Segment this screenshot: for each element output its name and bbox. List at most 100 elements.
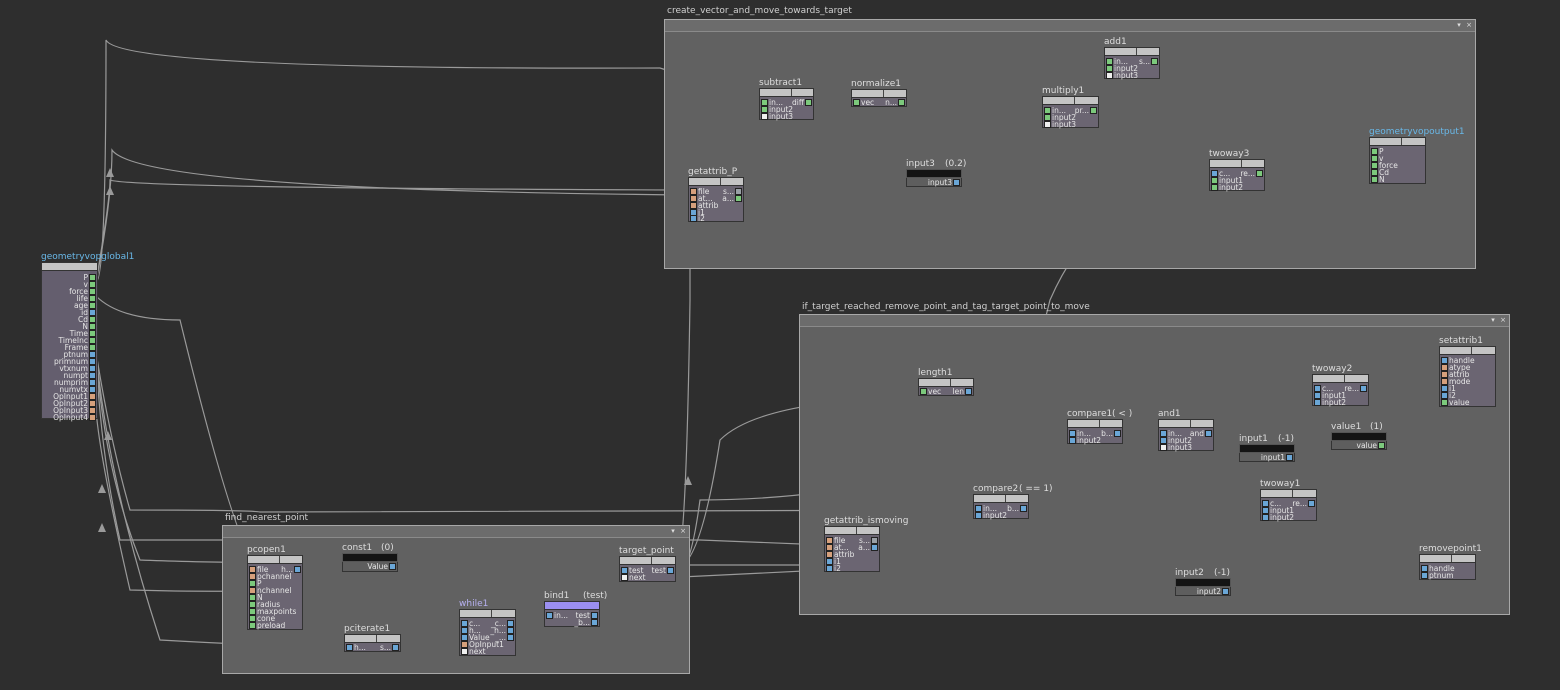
input-port[interactable]: [546, 612, 553, 619]
input-port[interactable]: [249, 587, 256, 594]
output-port[interactable]: [89, 393, 96, 400]
close-icon[interactable]: ×: [679, 527, 687, 535]
input-port[interactable]: [1262, 507, 1269, 514]
output-port[interactable]: [507, 620, 514, 627]
node-bind1[interactable]: bind1 (test) in... test _b...: [544, 591, 607, 627]
output-port[interactable]: [389, 563, 396, 570]
output-port[interactable]: [953, 179, 960, 186]
output-port[interactable]: [89, 295, 96, 302]
input-port[interactable]: [1160, 430, 1167, 437]
output-port[interactable]: [1378, 442, 1385, 449]
output-port[interactable]: [89, 309, 96, 316]
input-port[interactable]: [826, 537, 833, 544]
node-header[interactable]: [344, 634, 401, 643]
node-header[interactable]: [1042, 96, 1099, 105]
input-port[interactable]: [1160, 437, 1167, 444]
input-port[interactable]: [826, 544, 833, 551]
output-port[interactable]: [89, 400, 96, 407]
output-port[interactable]: [1114, 430, 1121, 437]
output-port[interactable]: [89, 372, 96, 379]
node-const1[interactable]: const1 (0) Value: [342, 543, 398, 572]
output-port[interactable]: [805, 99, 812, 106]
input-port[interactable]: [1421, 565, 1428, 572]
output-port[interactable]: [871, 544, 878, 551]
output-port[interactable]: [89, 386, 96, 393]
close-icon[interactable]: ×: [1465, 21, 1473, 29]
node-subtract1[interactable]: subtract1 in... diff input2 input3: [759, 78, 814, 120]
node-input1[interactable]: input1 (-1) input1: [1239, 434, 1295, 462]
connection-wire[interactable]: [95, 351, 827, 546]
node-header[interactable]: [1439, 346, 1496, 355]
output-port[interactable]: [735, 195, 742, 202]
output-port[interactable]: [89, 344, 96, 351]
pin-icon[interactable]: ▾: [1455, 21, 1463, 29]
output-port[interactable]: [507, 627, 514, 634]
node-and1[interactable]: and1 in... and input2 input3: [1158, 409, 1214, 451]
node-header[interactable]: [824, 526, 880, 535]
input-port[interactable]: [249, 608, 256, 615]
input-port[interactable]: [461, 627, 468, 634]
input-port[interactable]: [1262, 500, 1269, 507]
input-port[interactable]: [1044, 107, 1051, 114]
node-geometryvopoutput1[interactable]: geometryvopoutput1 P v force Cd N: [1369, 127, 1465, 184]
output-port[interactable]: [898, 99, 905, 106]
node-twoway2[interactable]: twoway2 c... re... input1 input2: [1312, 364, 1369, 406]
node-normalize1[interactable]: normalize1 vec n...: [851, 79, 907, 107]
output-port[interactable]: [871, 537, 878, 544]
pin-icon[interactable]: ▾: [1489, 316, 1497, 324]
node-header[interactable]: [544, 601, 600, 610]
constant-swatch[interactable]: [1239, 444, 1295, 453]
connection-wire[interactable]: [95, 39, 761, 283]
node-while1[interactable]: while1 c... _c... h... _h... Value _... OpI…: [459, 599, 516, 656]
node-header[interactable]: [918, 378, 974, 387]
output-port[interactable]: [1308, 500, 1315, 507]
node-header[interactable]: [688, 177, 744, 186]
input-port[interactable]: [1262, 514, 1269, 521]
node-header[interactable]: [1260, 489, 1317, 498]
input-port[interactable]: [975, 505, 982, 512]
output-port[interactable]: [89, 302, 96, 309]
node-getattrib-ismoving[interactable]: getattrib_ismoving file s... at... a... at…: [824, 516, 908, 572]
input-port[interactable]: [1441, 385, 1448, 392]
output-port[interactable]: [392, 644, 399, 651]
input-port[interactable]: [1441, 371, 1448, 378]
constant-swatch[interactable]: [1175, 578, 1231, 587]
input-port[interactable]: [1371, 155, 1378, 162]
input-port[interactable]: [1211, 177, 1218, 184]
output-port[interactable]: [294, 566, 301, 573]
input-port[interactable]: [249, 601, 256, 608]
node-value1[interactable]: value1 (1) value: [1331, 422, 1387, 450]
node-header[interactable]: [1419, 554, 1476, 563]
input-port[interactable]: [461, 634, 468, 641]
node-pciterate1[interactable]: pciterate1 h... s...: [344, 624, 401, 652]
input-port[interactable]: [1421, 572, 1428, 579]
output-port[interactable]: [89, 281, 96, 288]
output-port[interactable]: [735, 188, 742, 195]
input-port[interactable]: [1069, 437, 1076, 444]
constant-swatch[interactable]: [342, 553, 398, 562]
output-port[interactable]: [965, 388, 972, 395]
input-port[interactable]: [249, 615, 256, 622]
node-header[interactable]: [247, 555, 303, 564]
output-port[interactable]: [667, 567, 674, 574]
node-geometryvopglobal1[interactable]: geometryvopglobal1 P v force life age id…: [41, 252, 134, 421]
output-port[interactable]: [1222, 588, 1229, 595]
input-port[interactable]: [761, 106, 768, 113]
input-port[interactable]: [249, 566, 256, 573]
node-removepoint1[interactable]: removepoint1 handle ptnum: [1419, 544, 1482, 580]
output-port[interactable]: [89, 379, 96, 386]
input-port[interactable]: [1441, 378, 1448, 385]
output-port[interactable]: [591, 612, 598, 619]
node-header[interactable]: [1158, 419, 1214, 428]
connection-wire[interactable]: [95, 179, 692, 283]
node-header[interactable]: [1312, 374, 1369, 383]
input-port[interactable]: [1314, 399, 1321, 406]
output-port[interactable]: [89, 288, 96, 295]
node-header[interactable]: [41, 262, 98, 271]
node-input3[interactable]: input3 (0.2) input3: [906, 159, 966, 187]
input-port[interactable]: [1044, 114, 1051, 121]
output-port[interactable]: [1205, 430, 1212, 437]
node-header[interactable]: [1067, 419, 1123, 428]
node-compare2[interactable]: compare2 ( == 1) in... b... input2: [973, 484, 1053, 519]
network-box-titlebar[interactable]: [223, 526, 689, 538]
